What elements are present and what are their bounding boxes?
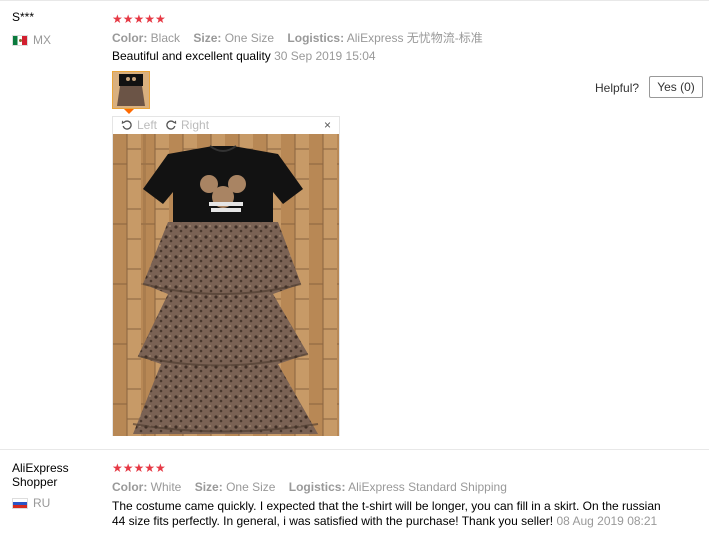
logistics-value: AliExpress Standard Shipping xyxy=(348,480,507,494)
review-text: The costume came quickly. I expected tha… xyxy=(112,499,672,529)
logistics-value: AliExpress 无忧物流-标准 xyxy=(346,31,483,45)
helpful-yes-button[interactable]: Yes (0) xyxy=(649,76,703,98)
reviewer-name: AliExpress Shopper xyxy=(12,461,69,489)
rotate-right-icon xyxy=(166,120,177,130)
photo-viewer: Left Right × xyxy=(112,116,340,436)
top-divider xyxy=(0,0,709,1)
viewer-toolbar: Left Right × xyxy=(113,117,339,133)
star-rating: ★★★★★ xyxy=(112,461,166,475)
color-key: Color: xyxy=(112,31,148,45)
review-date: 08 Aug 2019 08:21 xyxy=(556,514,658,528)
review-divider xyxy=(0,449,709,450)
rotate-left-label: Left xyxy=(137,118,158,132)
order-info: Color: Black Size: One Size Logistics: A… xyxy=(112,31,493,45)
size-value: One Size xyxy=(226,480,276,494)
rotate-left-button[interactable]: Left xyxy=(121,118,157,132)
color-value: White xyxy=(150,480,182,494)
size-value: One Size xyxy=(224,31,275,45)
reviewer-country: MX xyxy=(12,33,51,47)
reviewer-country: RU xyxy=(12,496,50,510)
thumbnail-selected-indicator xyxy=(124,109,134,114)
logistics-key: Logistics: xyxy=(288,480,346,494)
review-body: Beautiful and excellent quality xyxy=(112,49,271,63)
review-text: Beautiful and excellent quality 30 Sep 2… xyxy=(112,49,632,64)
logistics-key: Logistics: xyxy=(287,31,345,45)
russia-flag-icon xyxy=(12,497,28,509)
rotate-left-icon xyxy=(121,120,132,130)
rotate-right-label: Right xyxy=(181,118,210,132)
country-code: MX xyxy=(33,33,51,47)
review-date: 30 Sep 2019 15:04 xyxy=(274,49,376,63)
helpful-label: Helpful? xyxy=(595,81,640,95)
size-key: Size: xyxy=(193,31,222,45)
review-photo xyxy=(113,134,339,436)
reviewer-name: S*** xyxy=(12,10,35,24)
rotate-right-button[interactable]: Right xyxy=(165,118,209,132)
star-rating: ★★★★★ xyxy=(112,12,166,26)
order-info: Color: White Size: One Size Logistics: A… xyxy=(112,480,517,494)
color-value: Black xyxy=(150,31,181,45)
size-key: Size: xyxy=(194,480,223,494)
review-photo-thumbnail[interactable] xyxy=(112,71,150,109)
color-key: Color: xyxy=(112,480,148,494)
country-code: RU xyxy=(33,496,51,510)
close-icon[interactable]: × xyxy=(324,119,331,131)
mexico-flag-icon xyxy=(12,34,28,46)
